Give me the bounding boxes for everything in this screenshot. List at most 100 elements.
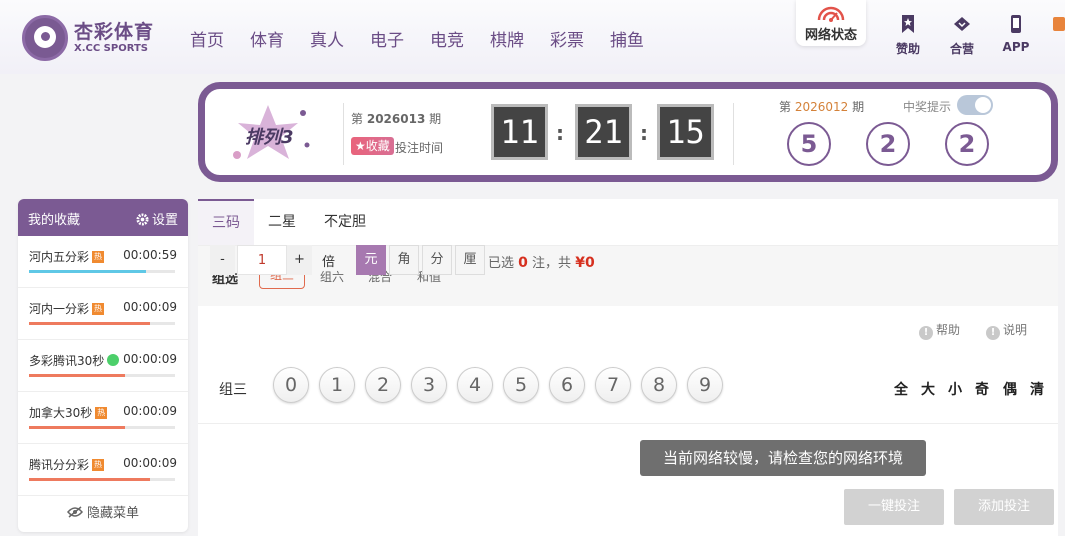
unit-yuan-button[interactable]: 元 (356, 245, 386, 275)
tab-three-digit[interactable]: 三码 (198, 199, 254, 245)
partner-link[interactable]: 合营 (942, 14, 982, 57)
number-ball-9[interactable]: 9 (687, 367, 723, 403)
explain-link[interactable]: ! 说明 (986, 321, 1027, 340)
multiplier-minus-button[interactable]: - (210, 245, 235, 275)
number-ball-0[interactable]: 0 (273, 367, 309, 403)
favorite-name-text: 河内一分彩 (29, 302, 90, 316)
countdown-colon: : (640, 121, 648, 145)
favorite-item[interactable]: 加拿大30秒热 00:00:09 (18, 392, 188, 444)
current-period: 第 2026013 期 (351, 110, 441, 127)
countdown-colon: : (556, 121, 564, 145)
unit-fen-button[interactable]: 分 (422, 245, 452, 275)
number-ball-6[interactable]: 6 (549, 367, 585, 403)
favorite-button[interactable]: ★收藏 (351, 137, 394, 155)
last-period-suffix: 期 (852, 100, 865, 114)
quick-select-clear[interactable]: 清 (1030, 379, 1044, 399)
nav-home[interactable]: 首页 (190, 26, 250, 51)
multiplier-plus-button[interactable]: + (287, 245, 312, 275)
info-icon: ! (986, 326, 1000, 340)
number-ball-3[interactable]: 3 (411, 367, 447, 403)
section-divider (198, 423, 1058, 424)
signal-icon (817, 6, 845, 22)
nav-fishing[interactable]: 捕鱼 (610, 26, 670, 51)
eye-slash-icon (66, 506, 83, 518)
site-logo[interactable]: 杏彩体育 X.CC SPORTS (22, 14, 172, 62)
favorite-item-time: 00:00:09 (123, 456, 177, 470)
unit-li-button[interactable]: 厘 (455, 245, 485, 275)
nav-chess[interactable]: 棋牌 (490, 26, 550, 51)
hot-badge: 热 (92, 459, 105, 471)
hide-menu-label: 隐藏菜单 (86, 506, 139, 521)
add-bet-button[interactable]: 添加投注 (954, 489, 1054, 525)
banner-divider (733, 103, 734, 165)
favorites-title: 我的收藏 (28, 213, 81, 228)
one-click-bet-button[interactable]: 一键投注 (844, 489, 944, 525)
diamond-heart-icon (954, 17, 970, 31)
phone-icon (1011, 15, 1021, 33)
selected-count: 0 (518, 255, 528, 271)
tab-two-star[interactable]: 二星 (254, 199, 310, 245)
favorite-item[interactable]: 河内一分彩热 00:00:09 (18, 288, 188, 340)
countdown-seconds: 15 (657, 104, 714, 160)
flower-icon (107, 354, 120, 366)
favorite-progress (29, 270, 175, 273)
gear-icon (136, 213, 149, 226)
lottery-logo-icon: 排列3 (233, 105, 310, 159)
quick-select-all[interactable]: 全 (894, 379, 908, 399)
favorite-item[interactable]: 腾讯分分彩热 00:00:09 (18, 444, 188, 496)
nav-esports[interactable]: 电竞 (430, 26, 490, 51)
multiplier-label: 倍 (322, 255, 336, 270)
app-link[interactable]: APP (996, 14, 1036, 54)
number-ball-4[interactable]: 4 (457, 367, 493, 403)
quick-select-small[interactable]: 小 (948, 379, 962, 399)
nav-sports[interactable]: 体育 (250, 26, 310, 51)
quick-select-odd[interactable]: 奇 (975, 379, 989, 399)
favorite-item[interactable]: 多彩腾讯30秒 00:00:09 (18, 340, 188, 392)
network-status-label: 网络状态 (804, 28, 857, 43)
main-nav: 首页 体育 真人 电子 电竞 棋牌 彩票 捕鱼 (190, 26, 670, 51)
top-header: 杏彩体育 X.CC SPORTS 首页 体育 真人 电子 电竞 棋牌 彩票 捕鱼… (0, 0, 1065, 74)
multiplier-input[interactable] (237, 245, 287, 275)
network-status-button[interactable]: 网络状态 (796, 0, 866, 46)
favorite-item-name: 河内一分彩热 (29, 300, 105, 317)
quick-select-even[interactable]: 偶 (1003, 379, 1017, 399)
number-ball-5[interactable]: 5 (503, 367, 539, 403)
sub-option-group6[interactable]: 组六 (320, 268, 344, 285)
hot-badge: 热 (95, 407, 108, 419)
favorite-progress (29, 374, 175, 377)
current-period-number: 2026013 (366, 112, 426, 126)
help-label: 帮助 (936, 323, 961, 337)
prize-tip-toggle[interactable] (957, 95, 993, 115)
sponsor-link[interactable]: 赞助 (888, 14, 928, 57)
number-ball-2[interactable]: 2 (365, 367, 401, 403)
more-link[interactable] (1050, 14, 1065, 34)
selected-middle: 注，共 (532, 256, 572, 271)
svg-text:排列3: 排列3 (245, 127, 294, 148)
last-period-number: 2026012 (794, 100, 849, 114)
unit-jiao-button[interactable]: 角 (389, 245, 419, 275)
tab-any-digit[interactable]: 不定胆 (310, 199, 380, 245)
number-ball-8[interactable]: 8 (641, 367, 677, 403)
favorite-progress-fill (29, 426, 126, 429)
number-ball-1[interactable]: 1 (319, 367, 355, 403)
nav-lottery[interactable]: 彩票 (550, 26, 610, 51)
favorite-item-name: 加拿大30秒热 (29, 404, 108, 421)
favorite-item-time: 00:00:09 (123, 300, 177, 314)
favorites-panel: 我的收藏 设置 河内五分彩热 00:00:59 河内一分彩热 00:00:09 … (18, 199, 188, 532)
hot-badge: 热 (92, 303, 105, 315)
nav-slots[interactable]: 电子 (370, 26, 430, 51)
help-link[interactable]: ! 帮助 (919, 321, 960, 340)
number-ball-7[interactable]: 7 (595, 367, 631, 403)
countdown-minutes: 21 (575, 104, 632, 160)
nav-live[interactable]: 真人 (310, 26, 370, 51)
hide-menu-button[interactable]: 隐藏菜单 (18, 496, 188, 532)
favorite-item[interactable]: 河内五分彩热 00:00:59 (18, 236, 188, 288)
play-panel: 三码 二星 不定胆 组选 组三 组六 混合 和值 ! 帮助 ! 说明 组三 0 1 … (198, 199, 1058, 536)
favorites-settings-button[interactable]: 设置 (136, 209, 178, 228)
bookmark-star-icon (902, 15, 914, 33)
favorite-name-text: 河内五分彩 (29, 250, 90, 264)
quick-select-big[interactable]: 大 (921, 379, 935, 399)
explain-label: 说明 (1003, 323, 1028, 337)
last-period-prefix: 第 (779, 100, 792, 114)
favorite-item-name: 河内五分彩热 (29, 248, 105, 265)
